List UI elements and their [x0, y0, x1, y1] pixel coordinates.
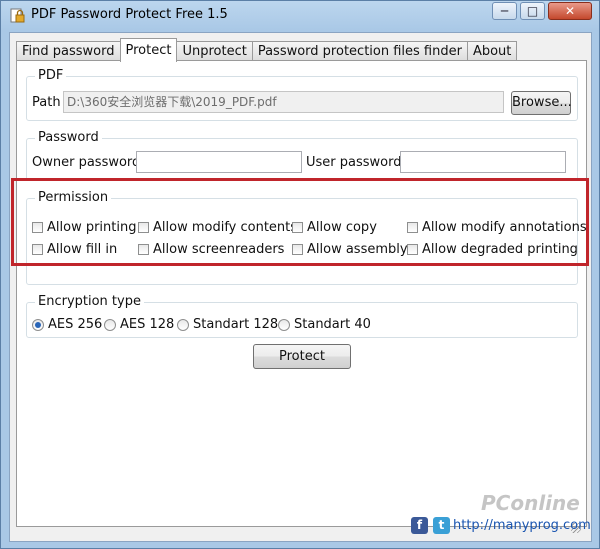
- website-link[interactable]: http://manyprog.com: [453, 518, 591, 533]
- encryption-group: Encryption type AES 256 AES 128 Standart…: [26, 294, 578, 338]
- maximize-button[interactable]: □: [520, 2, 545, 20]
- watermark: PConline: [481, 491, 580, 515]
- tab-strip: Find password Protect Unprotect Password…: [16, 38, 518, 62]
- owner-password-label: Owner password: [32, 155, 141, 170]
- tab-about[interactable]: About: [466, 41, 518, 61]
- radio-dot[interactable]: [32, 318, 44, 331]
- radio-label: Standart 40: [294, 317, 371, 332]
- permission-highlight-frame: [11, 178, 589, 266]
- radio-label: Standart 128: [193, 317, 279, 332]
- client-area: Find password Protect Unprotect Password…: [9, 32, 592, 542]
- aes-128-radio[interactable]: AES 128: [104, 317, 174, 332]
- window-title: PDF Password Protect Free 1.5: [31, 7, 228, 22]
- standart-128-radio[interactable]: Standart 128: [177, 317, 278, 332]
- app-window: PDF Password Protect Free 1.5 ─ □ ✕ Find…: [0, 0, 600, 549]
- owner-password-field[interactable]: [136, 151, 302, 173]
- path-field[interactable]: D:\360安全浏览器下载\2019_PDF.pdf: [63, 91, 504, 113]
- radio-dot[interactable]: [177, 318, 189, 331]
- user-password-field[interactable]: [400, 151, 566, 173]
- protect-button[interactable]: Protect: [253, 344, 351, 369]
- path-label: Path: [32, 95, 61, 110]
- radio-label: AES 256: [48, 317, 103, 332]
- pdf-legend: PDF: [35, 68, 67, 83]
- app-lock-icon: [9, 8, 25, 24]
- encryption-legend: Encryption type: [35, 294, 144, 309]
- minimize-button[interactable]: ─: [492, 2, 517, 20]
- tab-password-protection-files-finder[interactable]: Password protection files finder: [251, 41, 468, 61]
- protect-panel: PDF Path D:\360安全浏览器下载\2019_PDF.pdf Brow…: [16, 60, 587, 527]
- standart-40-radio[interactable]: Standart 40: [278, 317, 371, 332]
- radio-dot[interactable]: [278, 318, 290, 331]
- radio-dot[interactable]: [104, 318, 116, 331]
- tab-protect[interactable]: Protect: [119, 38, 178, 62]
- aes-256-radio[interactable]: AES 256: [32, 317, 102, 332]
- password-legend: Password: [35, 130, 102, 145]
- facebook-icon[interactable]: f: [411, 517, 428, 534]
- tab-find-password[interactable]: Find password: [16, 41, 121, 61]
- radio-label: AES 128: [120, 317, 175, 332]
- pdf-group: PDF Path D:\360安全浏览器下载\2019_PDF.pdf Brow…: [26, 68, 578, 121]
- browse-button[interactable]: Browse...: [511, 91, 572, 115]
- user-password-label: User password: [306, 155, 402, 170]
- password-group: Password Owner password User password: [26, 130, 578, 181]
- tab-unprotect[interactable]: Unprotect: [176, 41, 253, 61]
- twitter-icon[interactable]: t: [433, 517, 450, 534]
- close-button[interactable]: ✕: [548, 2, 592, 20]
- title-bar[interactable]: PDF Password Protect Free 1.5 ─ □ ✕: [1, 1, 599, 31]
